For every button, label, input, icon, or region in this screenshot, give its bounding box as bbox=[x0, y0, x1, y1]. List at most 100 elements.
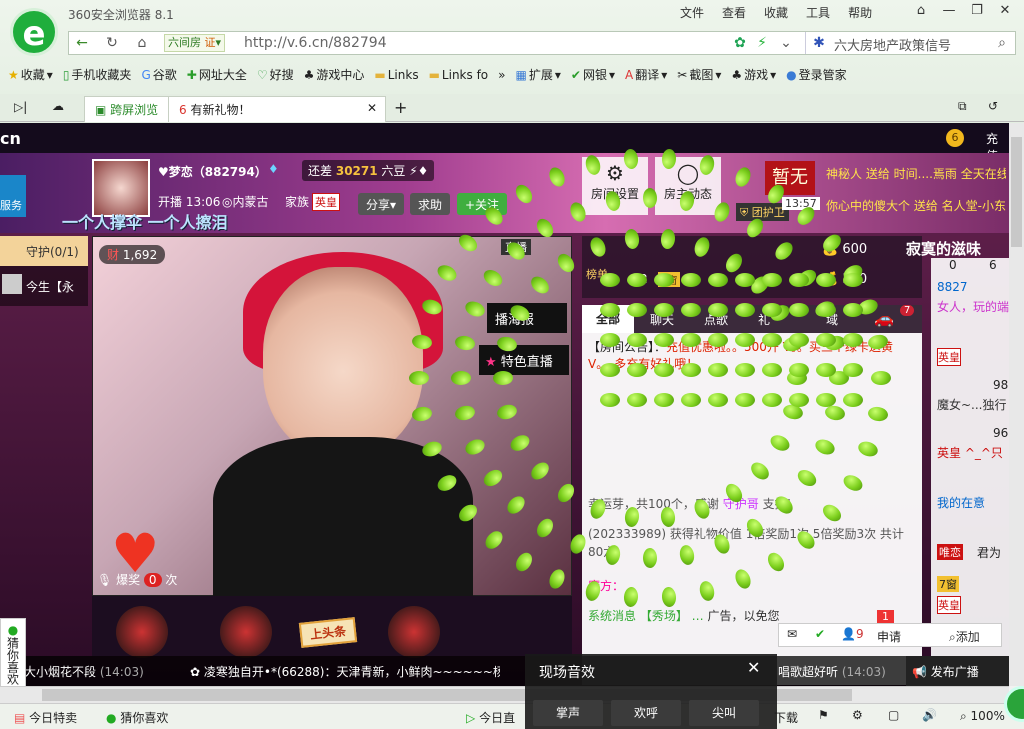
audience-name[interactable]: 女人，玩的端 bbox=[937, 298, 1009, 315]
bookmark-linksfo[interactable]: ▬ Links fo bbox=[429, 68, 489, 82]
cloud-icon[interactable]: ☁ bbox=[52, 99, 64, 113]
add-button[interactable]: ⌕添加 bbox=[949, 628, 980, 645]
audience-id[interactable]: 98 bbox=[993, 378, 1008, 392]
bookmark-mobile[interactable]: ▯ 手机收藏夹 bbox=[63, 66, 132, 83]
dropdown-icon[interactable]: ⌄ bbox=[777, 34, 795, 52]
window-icon[interactable]: ▢ bbox=[888, 708, 899, 722]
menu-help[interactable]: 帮助 bbox=[848, 4, 872, 21]
search-box[interactable]: ✱ 六大房地产政策信号 ⌕ bbox=[805, 32, 1015, 54]
cheer-button[interactable]: 欢呼 bbox=[611, 700, 681, 726]
bookmark-hao[interactable]: ✚ 网址大全 bbox=[187, 66, 247, 83]
url-input[interactable]: http://v.6.cn/882794 bbox=[244, 35, 387, 51]
refresh-icon[interactable]: ↻ bbox=[103, 34, 121, 52]
vertical-scrollbar[interactable] bbox=[1009, 123, 1024, 686]
undo-icon[interactable]: ↺ bbox=[988, 99, 998, 113]
audience-id[interactable]: 96 bbox=[993, 426, 1008, 440]
zoom-level[interactable]: ⌕ 100% bbox=[960, 709, 1005, 724]
menu-file[interactable]: 文件 bbox=[680, 4, 704, 21]
check-icon[interactable]: ✔ bbox=[815, 627, 825, 641]
headline-button[interactable]: 上头条 bbox=[298, 617, 358, 648]
search-icon[interactable]: ⌕ bbox=[993, 34, 1011, 52]
close-icon[interactable]: ✕ bbox=[747, 658, 760, 677]
guard-label[interactable]: 守护(0/1) bbox=[0, 236, 88, 266]
tab-gift[interactable]: 6 有新礼物！ ✕ bbox=[168, 96, 386, 122]
speed-icon[interactable]: ⚙ bbox=[852, 708, 863, 722]
close-tab-icon[interactable]: ✕ bbox=[367, 101, 377, 115]
chat-username[interactable]: 魔方： bbox=[588, 577, 624, 594]
bookmark-game[interactable]: ♣ 游戏 ▾ bbox=[731, 66, 776, 83]
home-icon[interactable]: ⌂ bbox=[133, 34, 151, 52]
audience-id[interactable]: 8827 bbox=[937, 280, 968, 294]
tab-song[interactable]: 点歌 bbox=[704, 311, 728, 328]
tab-all[interactable]: 全部 bbox=[582, 305, 634, 333]
speed-icon[interactable]: ⚡ bbox=[753, 34, 771, 52]
special-live-button[interactable]: ★ 特色直播 bbox=[479, 345, 569, 375]
bookmark-screenshot[interactable]: ✂ 截图 ▾ bbox=[677, 66, 721, 83]
audience-name[interactable]: 英皇 ^_^只 bbox=[937, 444, 1003, 461]
sidebar-toggle-icon[interactable]: ▷| bbox=[14, 100, 27, 114]
bookmark-links[interactable]: ▬ Links bbox=[374, 68, 418, 82]
audience-name[interactable]: 魔女~...独行 bbox=[937, 396, 1007, 413]
site-logo[interactable]: cn bbox=[0, 129, 21, 148]
service-button[interactable]: 服务 bbox=[0, 175, 26, 217]
publish-broadcast-button[interactable]: 📢 发布广播 bbox=[906, 656, 1009, 686]
guess-like-status[interactable]: ● 猜你喜欢 bbox=[106, 709, 168, 726]
tab-gift[interactable]: 礼 bbox=[758, 311, 770, 328]
back-icon[interactable]: ← bbox=[73, 34, 91, 52]
bookmark-bank[interactable]: ✔ 网银 ▾ bbox=[571, 66, 615, 83]
bookmark-games[interactable]: ♣ 游戏中心 bbox=[304, 66, 365, 83]
volume-icon[interactable]: 🔊 bbox=[922, 708, 937, 722]
search-input[interactable]: 六大房地产政策信号 bbox=[834, 35, 951, 54]
secure-icon[interactable]: ✿ bbox=[731, 34, 749, 52]
menu-view[interactable]: 查看 bbox=[722, 4, 746, 21]
car-icon[interactable]: 🚗 bbox=[874, 309, 894, 328]
help-button[interactable]: 求助 bbox=[410, 193, 451, 215]
scream-button[interactable]: 尖叫 bbox=[689, 700, 759, 726]
bookmark-google[interactable]: G 谷歌 bbox=[141, 66, 176, 83]
bookmark-haosou[interactable]: ♡ 好搜 bbox=[257, 66, 294, 83]
follow-button[interactable]: +关注 bbox=[457, 193, 508, 215]
guard-badge[interactable]: ⛨ 团护卫 bbox=[736, 203, 789, 221]
bookmark-favorites[interactable]: ★ 收藏 ▾ bbox=[8, 66, 53, 83]
fan-avatar[interactable] bbox=[116, 606, 168, 658]
today-deals[interactable]: ▤ 今日特卖 bbox=[14, 709, 77, 726]
room-settings-button[interactable]: ⚙ 房间设置 bbox=[582, 157, 648, 215]
search-engine-icon[interactable]: ✱ bbox=[810, 34, 828, 52]
bookmark-extensions[interactable]: ▦ 扩展 ▾ bbox=[515, 66, 560, 83]
horizontal-scrollbar[interactable] bbox=[0, 686, 1009, 703]
download-link[interactable]: 下载 bbox=[774, 709, 798, 726]
sofa-label[interactable]: 暂无 bbox=[765, 161, 815, 195]
menu-favorites[interactable]: 收藏 bbox=[764, 4, 788, 21]
restore-icon[interactable]: ⧉ bbox=[958, 99, 967, 114]
tab-crossscreen[interactable]: ▣ 跨屏浏览 bbox=[84, 96, 170, 122]
host-dynamic-button[interactable]: ◯ 房主动态 bbox=[655, 157, 721, 215]
rank-label[interactable]: 榜单 bbox=[586, 266, 608, 282]
poster-button[interactable]: 播海报 bbox=[487, 303, 567, 333]
apply-label[interactable]: 申请 bbox=[877, 628, 901, 645]
audience-name[interactable]: 我的在意 bbox=[937, 494, 985, 511]
tab-chat[interactable]: 聊天 bbox=[650, 311, 674, 328]
mail-icon[interactable]: ✉ bbox=[787, 627, 797, 641]
applause-button[interactable]: 掌声 bbox=[533, 700, 603, 726]
bookmark-more-icon[interactable]: » bbox=[498, 68, 505, 82]
apply-count[interactable]: 👤9 bbox=[841, 627, 864, 641]
bookmark-translate[interactable]: A 翻译 ▾ bbox=[625, 66, 667, 83]
guard-avatar[interactable] bbox=[2, 274, 22, 294]
pin-icon[interactable]: ⌂ bbox=[910, 1, 932, 21]
bookmark-login[interactable]: ● 登录管家 bbox=[786, 66, 847, 83]
fan-avatar[interactable] bbox=[388, 606, 440, 658]
flag-icon[interactable]: ⚑ bbox=[818, 708, 829, 722]
menu-tools[interactable]: 工具 bbox=[806, 4, 830, 21]
site-badge[interactable]: 六间房 证▾ bbox=[164, 34, 226, 52]
guess-you-like[interactable]: ● 猜你喜欢 bbox=[0, 618, 26, 686]
close-window-icon[interactable]: ✕ bbox=[994, 1, 1016, 21]
minimize-icon[interactable]: — bbox=[938, 1, 960, 21]
guard-user[interactable]: 今生【永 bbox=[26, 278, 74, 295]
audience-name[interactable]: 君为 bbox=[977, 544, 1001, 561]
maximize-icon[interactable]: ❐ bbox=[966, 1, 988, 21]
vertical-scroll-thumb[interactable] bbox=[1011, 137, 1022, 247]
share-button[interactable]: 分享▾ bbox=[358, 193, 405, 215]
fan-avatar[interactable] bbox=[220, 606, 272, 658]
new-tab-icon[interactable]: + bbox=[394, 98, 407, 117]
video-player[interactable]: 财 1,692 直播 播海报 ★ 特色直播 ♥ 🎙 爆奖 0 次 bbox=[92, 236, 572, 597]
